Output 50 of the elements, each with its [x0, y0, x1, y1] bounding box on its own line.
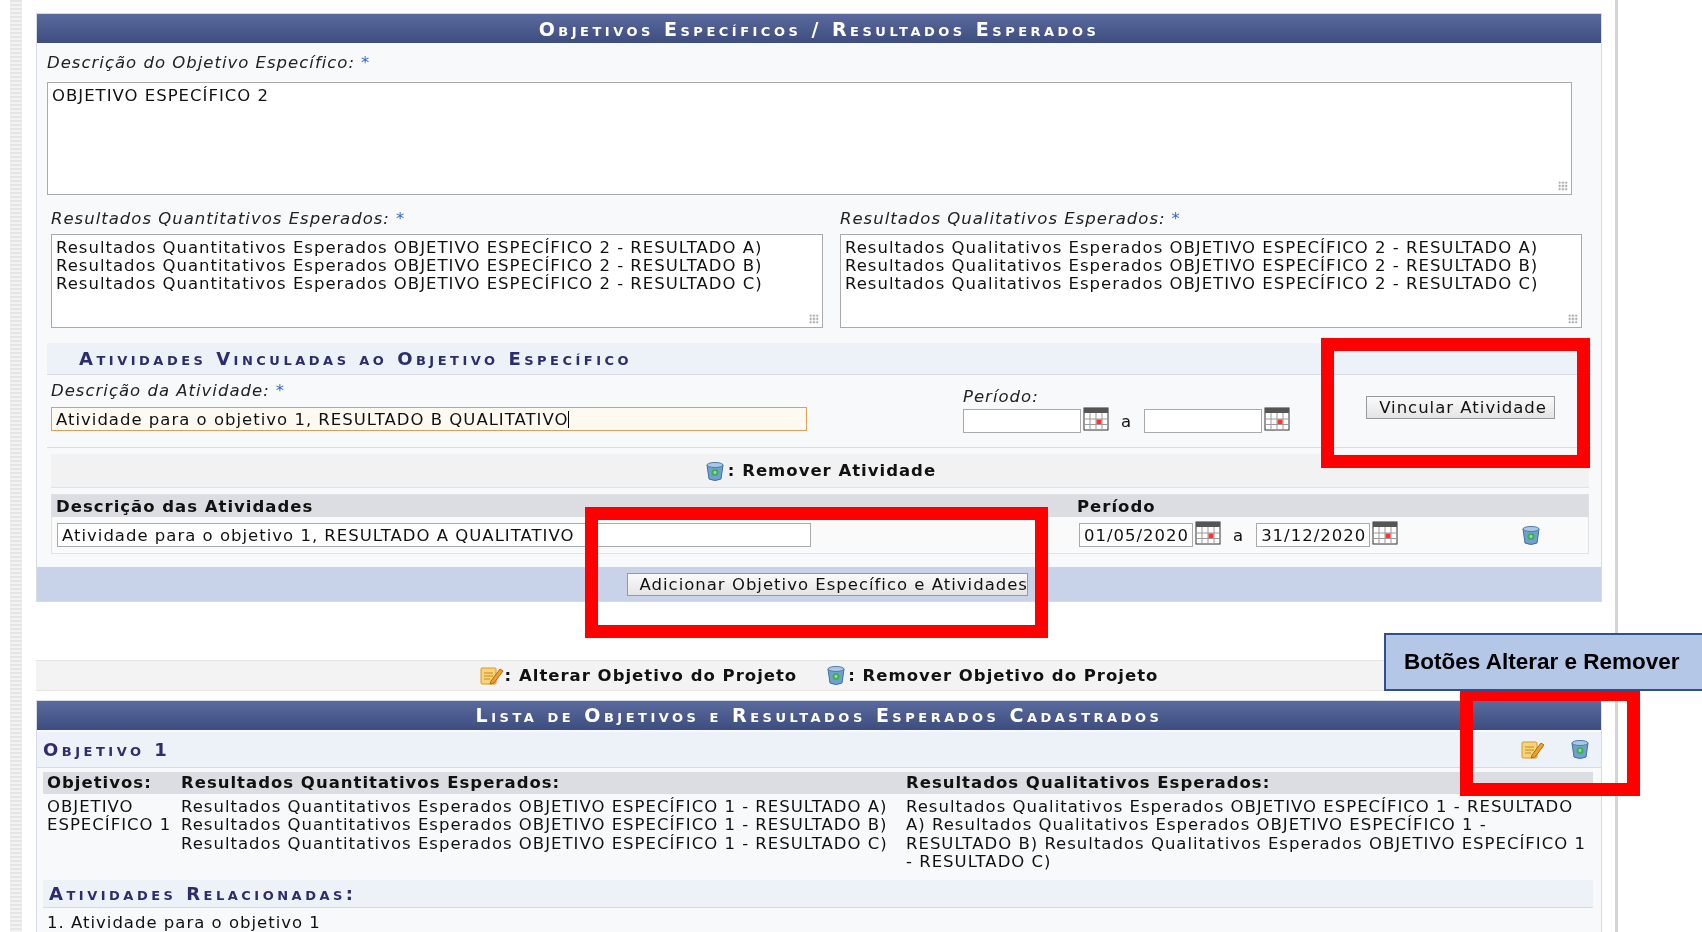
qualitative-label: Resultados Qualitativos Esperados:: [840, 209, 1166, 228]
panel-title: Lista de Objetivos e Resultados Esperados Cadastrados: [37, 700, 1601, 730]
calendar-icon[interactable]: [1264, 407, 1291, 431]
calendar-icon[interactable]: [1195, 521, 1221, 545]
trash-can-icon[interactable]: [1569, 738, 1591, 760]
callout-label: Botões Alterar e Remover: [1384, 633, 1702, 691]
activity-item: 1. Atividade para o objetivo 1: [47, 912, 321, 932]
legend-text: : Remover Atividade: [727, 461, 937, 480]
table-cell-text: Resultados Quantitativos Esperados OBJETIVO ESPECÍFICO 1 - RESULTADO A) Resultados Quantitativos Esperados OBJETIVO ESPECÍFICO 1 - RESULTADO B) Resultados Quantitativos Esperados OBJETIVO ESPECÍFICO 1 - RESULTADO C): [181, 797, 889, 855]
period-label: Período:: [963, 387, 1039, 406]
legend-text: : Alterar Objetivo do Projeto: [504, 665, 798, 685]
column-header: Objetivos:: [46, 773, 153, 792]
trash-can-icon[interactable]: [1520, 524, 1543, 546]
notepad-pencil-icon[interactable]: [1521, 738, 1545, 760]
section-title: Atividades Relacionadas:: [49, 882, 357, 904]
date-field[interactable]: [963, 409, 1081, 433]
required-mark: *: [275, 381, 285, 400]
table-cell-text: OBJETIVO ESPECÍFICO 1: [46, 797, 173, 836]
calendar-icon[interactable]: [1372, 521, 1399, 545]
date-field[interactable]: [1144, 409, 1263, 433]
separator-text: a: [1121, 411, 1133, 431]
link-activity-button[interactable]: Vincular Atividade: [1366, 396, 1556, 419]
column-header: Resultados Quantitativos Esperados:: [181, 773, 562, 792]
column-header: Descrição das Atividades: [56, 496, 315, 516]
activity-description-field[interactable]: Atividade para o objetivo 1, RESULTADO B QUALITATIVO: [51, 407, 807, 431]
activity-field[interactable]: Atividade para o objetivo 1, RESULTADO A QUALITATIVO: [57, 523, 811, 547]
qualitative-text-area[interactable]: Resultados Qualitativos Esperados OBJETIVO ESPECÍFICO 2 - RESULTADO A) Resultados Qualitativos Esperados OBJETIVO ESPECÍFICO 2 - RESULTADO B) Resultados Qualitativos Esperados OBJETIVO ESPECÍFICO 2 - RESULTADO C): [840, 234, 1582, 328]
objective-label: Descrição do Objetivo Específico:: [47, 53, 355, 72]
objective-title: Objetivo 1: [43, 738, 171, 760]
section-title: Atividades Vinculadas ao Objetivo Específico: [79, 348, 633, 369]
calendar-icon[interactable]: [1083, 407, 1109, 431]
trash-can-icon: [825, 664, 848, 687]
date-field[interactable]: 01/05/2020: [1079, 523, 1193, 547]
objective-text-area[interactable]: OBJETIVO ESPECÍFICO 2: [47, 82, 1572, 195]
date-field[interactable]: 31/12/2020: [1256, 523, 1371, 547]
quantitative-label: Resultados Quantitativos Esperados:: [51, 209, 390, 228]
legend-text: : Remover Objetivo do Projeto: [848, 665, 1159, 685]
separator-text: a: [1233, 525, 1245, 545]
required-mark: *: [395, 209, 406, 228]
panel-title: Objetivos Específicos / Resultados Esperados: [37, 14, 1601, 43]
column-header: Resultados Qualitativos Esperados:: [906, 773, 1272, 792]
required-mark: *: [361, 53, 371, 72]
required-mark: *: [1171, 209, 1181, 228]
activity-description-label: Descrição da Atividade:: [51, 381, 270, 400]
table-cell-text: Resultados Qualitativos Esperados OBJETIVO ESPECÍFICO 1 - RESULTADO A) Resultados Qualitativos Esperados OBJETIVO ESPECÍFICO 1 - RESULTADO B) Resultados Qualitativos Esperados OBJETIVO ESPECÍFICO 1 - RESULTADO C): [906, 797, 1586, 873]
notepad-pencil-icon: [479, 664, 504, 687]
trash-can-icon: [703, 459, 726, 482]
quantitative-text-area[interactable]: Resultados Quantitativos Esperados OBJETIVO ESPECÍFICO 2 - RESULTADO A) Resultados Quantitativos Esperados OBJETIVO ESPECÍFICO 2 - RESULTADO B) Resultados Quantitativos Esperados OBJETIVO ESPECÍFICO 2 - RESULTADO C): [51, 234, 823, 328]
add-objective-button[interactable]: Adicionar Objetivo Específico e Atividades: [626, 572, 1028, 596]
column-header: Período: [1077, 496, 1156, 516]
